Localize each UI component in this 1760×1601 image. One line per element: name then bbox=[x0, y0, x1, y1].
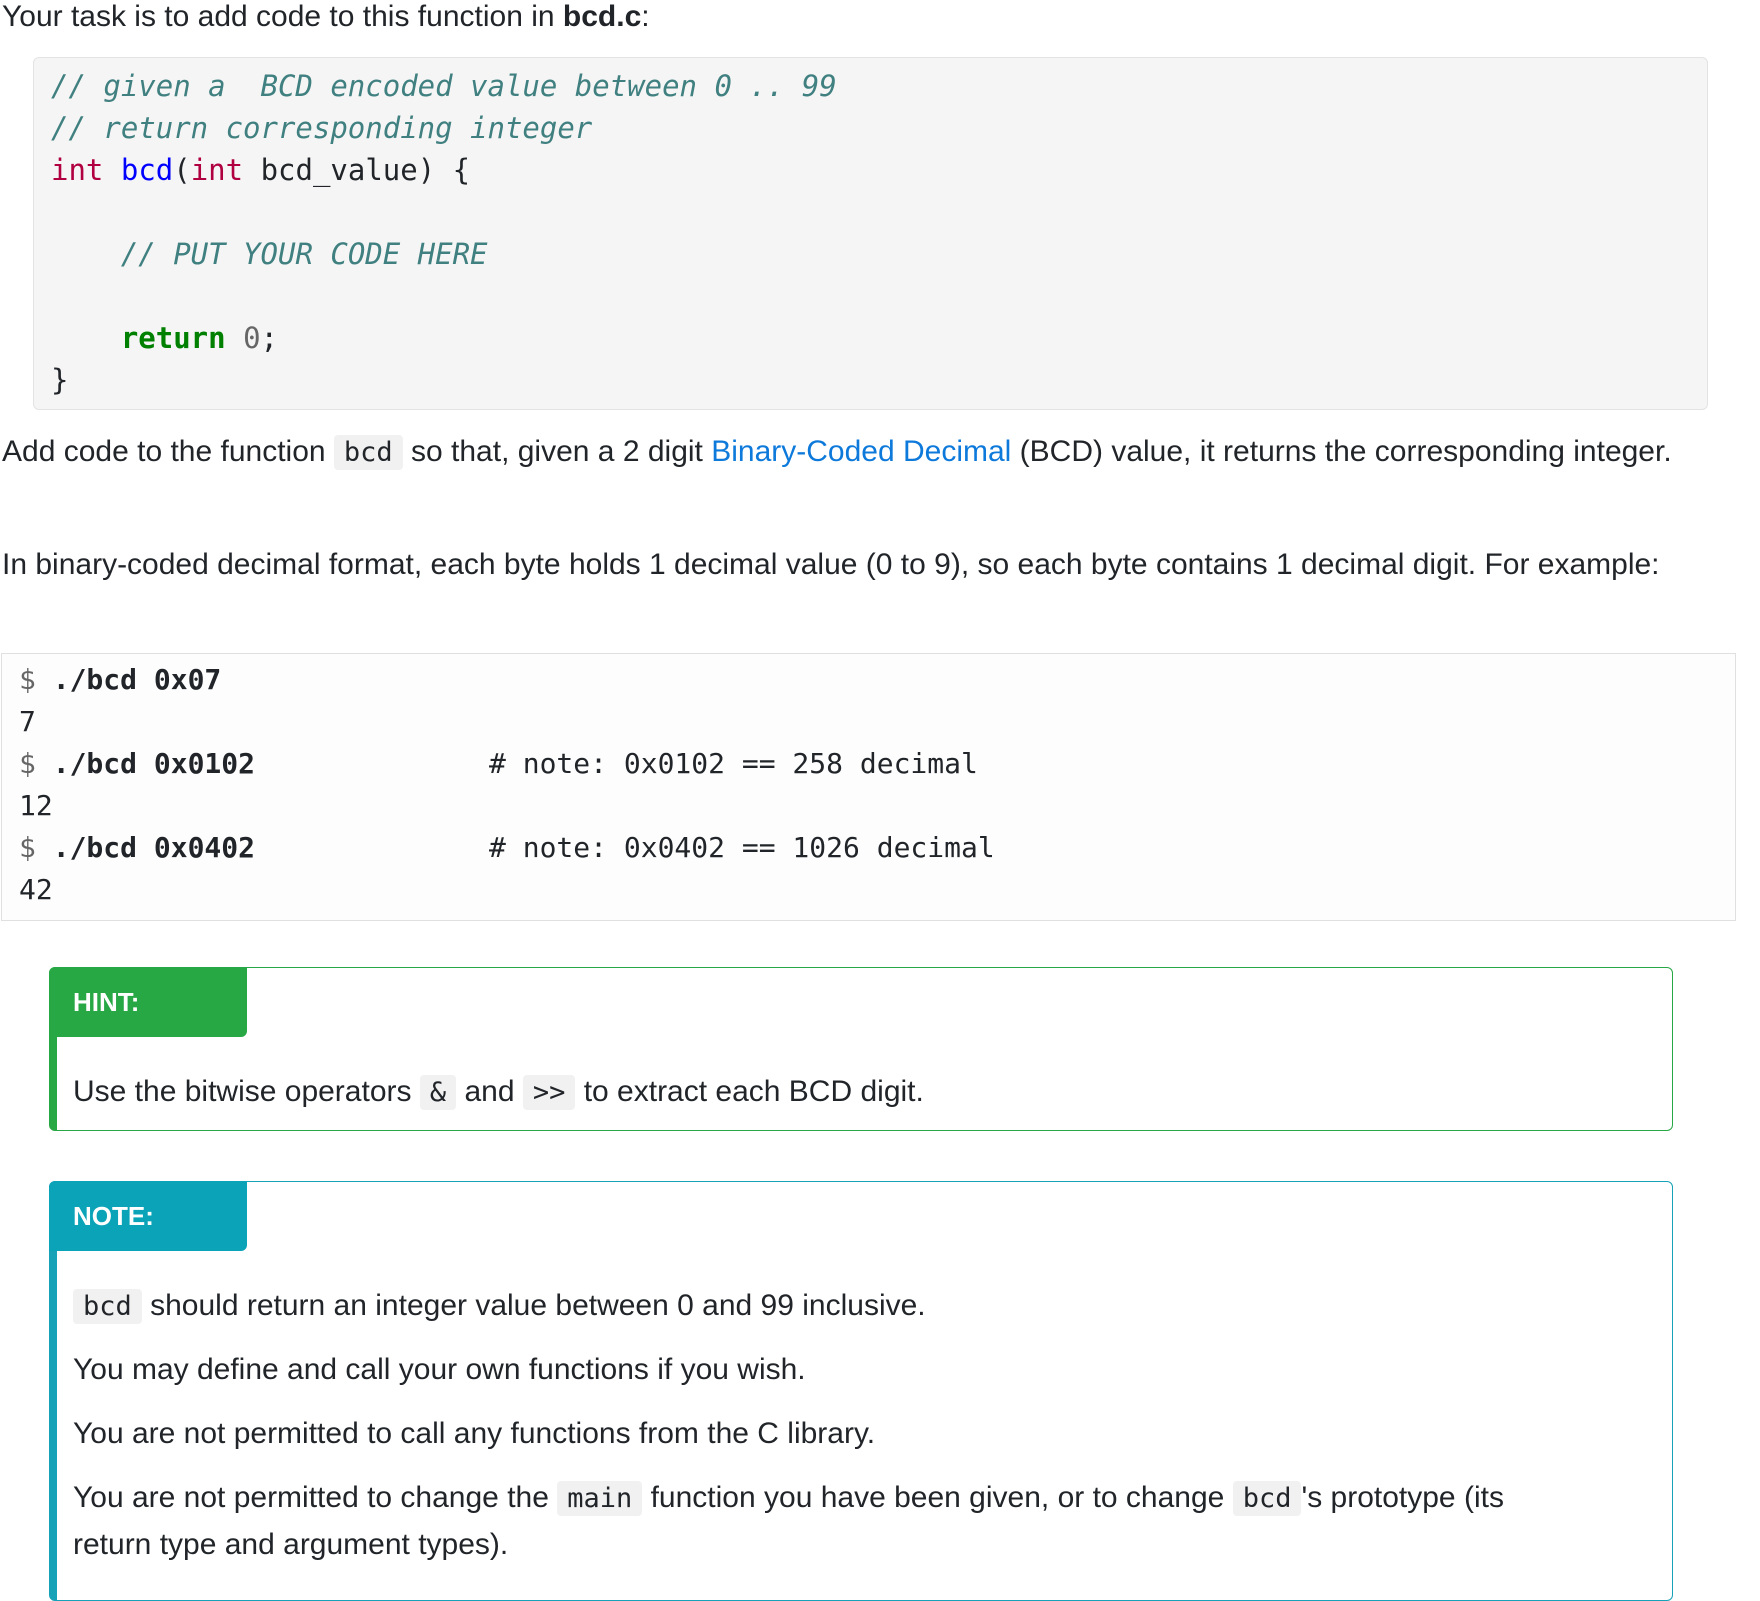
hint-title: HINT: bbox=[49, 967, 247, 1037]
inline-code-bcd: bcd bbox=[333, 435, 403, 470]
note-line-1: bcd should return an integer value betwe… bbox=[73, 1284, 926, 1328]
code-line-1: // given a BCD encoded value between 0 .… bbox=[51, 69, 837, 103]
note-line-4: You are not permitted to change the main… bbox=[73, 1481, 1504, 1516]
note-title: NOTE: bbox=[49, 1181, 247, 1251]
shell-output: 12 bbox=[19, 789, 53, 822]
description-paragraph: Add code to the function bcd so that, gi… bbox=[2, 435, 1672, 470]
shell-line: $ ./bcd 0x0402 # note: 0x0402 == 1026 dec… bbox=[19, 831, 995, 864]
note-line-5: return type and argument types). bbox=[73, 1528, 509, 1561]
file-name: bcd.c bbox=[562, 0, 642, 33]
note-line-3: You are not permitted to call any functi… bbox=[73, 1417, 876, 1450]
hint-box: HINT: Use the bitwise operators & and >>… bbox=[49, 967, 1673, 1131]
code-block: // given a BCD encoded value between 0 .… bbox=[33, 57, 1708, 410]
code-line-6: } bbox=[51, 363, 69, 397]
shell-line: $ ./bcd 0x0102 # note: 0x0102 == 258 deci… bbox=[19, 747, 978, 780]
inline-code-and: & bbox=[419, 1075, 457, 1110]
code-line-5: return 0; bbox=[120, 321, 279, 355]
shell-line: $ ./bcd 0x07 bbox=[19, 663, 222, 696]
inline-code-bcd: bcd bbox=[1232, 1481, 1302, 1516]
shell-output: 7 bbox=[19, 705, 36, 738]
inline-code-main: main bbox=[557, 1481, 643, 1516]
code-line-4: // PUT YOUR CODE HERE bbox=[120, 237, 488, 271]
bcd-wiki-link[interactable]: Binary-Coded Decimal bbox=[711, 435, 1011, 468]
format-paragraph: In binary-coded decimal format, each byt… bbox=[2, 548, 1660, 581]
shell-output: 42 bbox=[19, 873, 53, 906]
task-intro: Your task is to add code to this functio… bbox=[2, 0, 650, 33]
hint-text: Use the bitwise operators & and >> to ex… bbox=[73, 1075, 924, 1110]
inline-code-shift: >> bbox=[522, 1075, 576, 1110]
inline-code-bcd: bcd bbox=[73, 1289, 142, 1324]
shell-example: $ ./bcd 0x07 7 $ ./bcd 0x0102 # note: 0x0… bbox=[1, 653, 1736, 921]
code-line-2: // return corresponding integer bbox=[51, 111, 593, 145]
note-box: NOTE: bcd should return an integer value… bbox=[49, 1181, 1673, 1601]
note-line-2: You may define and call your own functio… bbox=[73, 1353, 806, 1386]
code-line-3: int bcd(int bcd_value) { bbox=[51, 153, 471, 187]
